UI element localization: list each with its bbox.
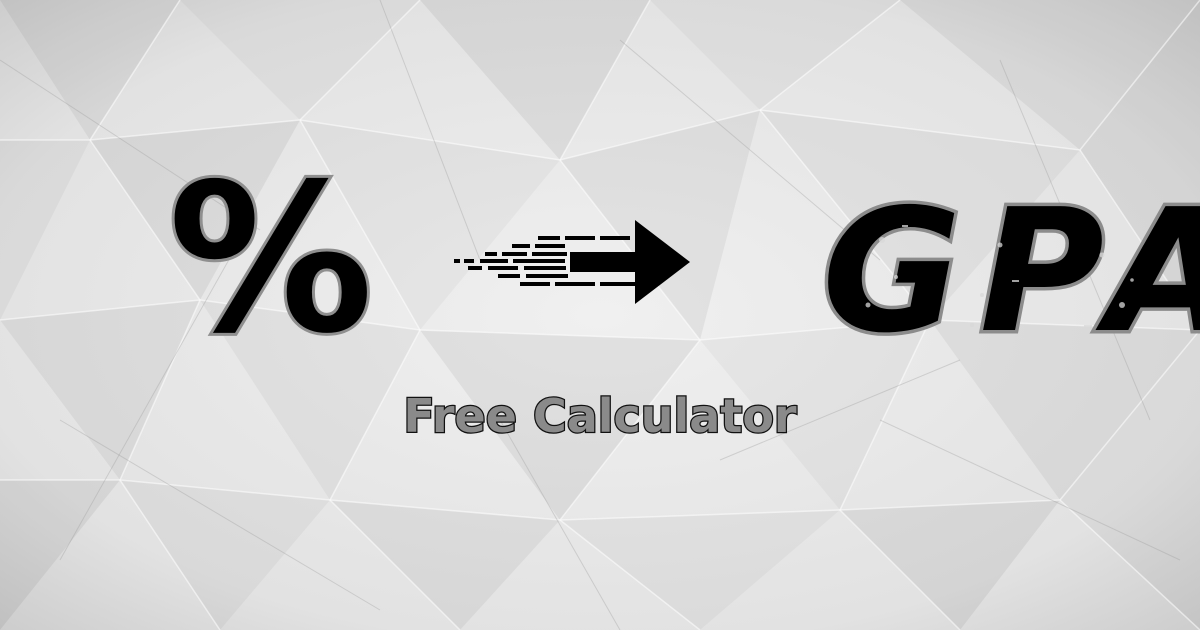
- tagline-text: Free Calculator: [402, 388, 798, 445]
- distress-texture: [865, 225, 1134, 327]
- banner-canvas: % GPA: [0, 0, 1200, 630]
- percent-symbol: %: [165, 141, 376, 379]
- speed-arrow-right-icon: [454, 220, 690, 304]
